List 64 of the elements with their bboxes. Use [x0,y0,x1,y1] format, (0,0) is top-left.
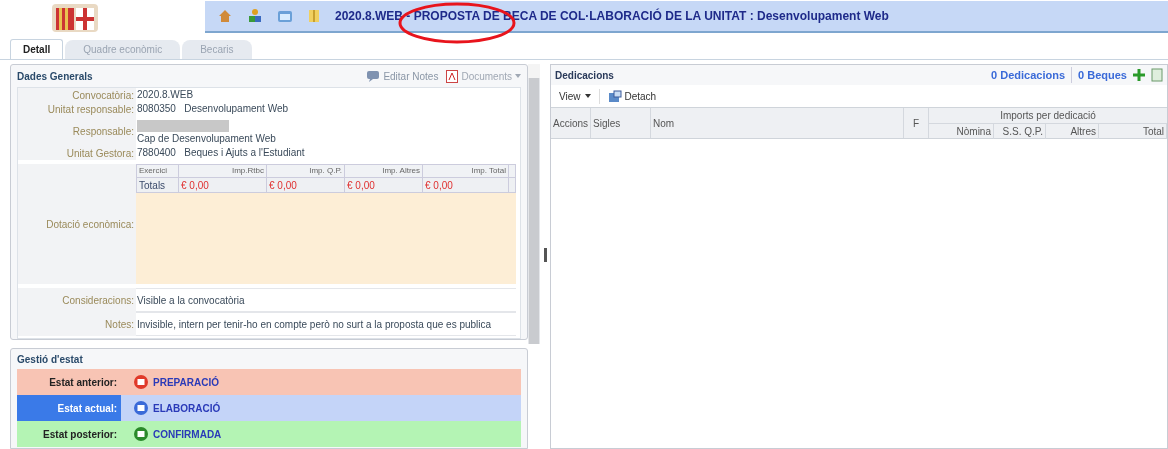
pdf-icon [446,69,459,83]
field-value: 7880400 Beques i Ajuts a l'Estudiant [137,146,305,160]
status-label: Estat posterior: [43,427,117,442]
field-value: 2020.8.WEB [137,88,194,102]
column-header: S.S. Q.P. [994,124,1046,139]
field-label: Notes: [105,317,134,332]
book-icon[interactable] [307,8,321,24]
tab[interactable]: Detall [10,39,64,59]
column-header: Total [1099,124,1167,139]
column-header: Imp. Total [423,165,509,177]
export-icon[interactable] [1151,68,1163,82]
collapse-handle[interactable] [543,247,547,262]
status-value: ELABORACIÓ [153,401,221,416]
count-link[interactable]: 0 Beques [1071,66,1127,84]
status-label: Estat anterior: [49,375,117,390]
field-value: Invisible, intern per tenir-ho en compte però no surt a la proposta que es publica [137,317,492,332]
status-icon [133,426,149,442]
detach-icon [607,89,622,103]
field-label: Unitat responsable: [47,102,134,117]
scrollbar[interactable] [528,64,540,344]
window-icon[interactable] [277,8,293,24]
crest-logo [50,2,100,34]
column-header: Altres [1046,124,1099,139]
add-icon[interactable] [1133,69,1145,81]
status-value: CONFIRMADA [153,427,222,442]
status-value: PREPARACIÓ [153,375,219,390]
table-cell: € 0,00 [179,178,267,192]
column-header: Accions [551,108,591,138]
status-icon [133,374,149,390]
field-value: Cap de Desenvolupament Web [137,132,276,146]
field-label: Unitat Gestora: [66,146,134,161]
panel-title: Dedicacions [555,68,614,83]
status-label: Estat actual: [57,401,117,416]
column-header: Nom [651,108,904,138]
view-menu-button[interactable]: View [559,88,591,104]
users-icon[interactable] [247,8,263,24]
table-cell: Totals [137,178,179,192]
home-icon[interactable] [217,8,233,24]
column-header: Exercici [137,165,179,177]
column-header: Nòmina [929,124,994,139]
field-value: 8080350 Desenvolupament Web [137,102,289,116]
caret-icon [584,94,591,98]
edit-notes-button[interactable]: Editar Notes [366,68,439,84]
field-label: Consideracions: [62,293,134,308]
column-header: Imp. Altres [345,165,423,177]
table-cell: € 0,00 [267,178,345,192]
panel-title: Dades Generals [17,69,93,84]
field-label: Convocatòria: [72,88,134,103]
note-icon [366,70,381,82]
table-cell: € 0,00 [345,178,423,192]
field-value: Visible a la convocatòria [137,293,245,308]
column-group-header: Imports per dedicació [929,108,1167,124]
caret-icon [515,74,521,78]
table-cell: € 0,00 [423,178,509,192]
status-icon [133,400,149,416]
column-header: Imp. Q.P. [267,165,345,177]
field-label: Responsable: [72,124,134,139]
field-label: Dotació econòmica: [46,217,134,232]
count-link[interactable]: 0 Dedicacions [991,66,1066,84]
detach-button[interactable]: Detach [598,88,657,104]
column-header: Sigles [591,108,651,138]
panel-title: Gestió d'estat [17,352,84,367]
column-header: Imp.Rtbc [179,165,267,177]
column-header: F [904,108,929,138]
